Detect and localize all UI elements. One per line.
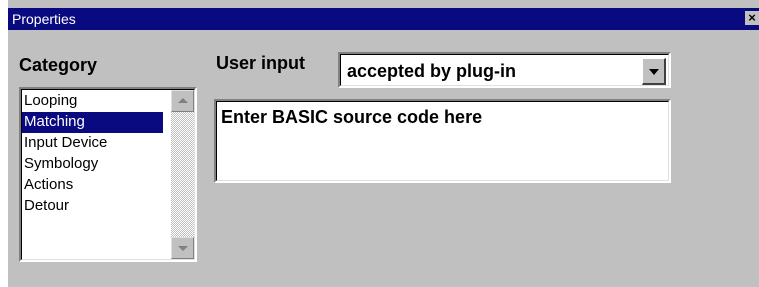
properties-window: Properties × Category Looping Matching I…	[8, 0, 759, 287]
user-input-dropdown[interactable]: accepted by plug-in	[338, 52, 671, 88]
arrow-up-icon	[178, 98, 188, 103]
window-title: Properties	[12, 11, 76, 27]
scroll-up-button[interactable]	[171, 90, 194, 112]
chevron-down-icon	[649, 69, 659, 75]
list-item-input-device[interactable]: Input Device	[22, 133, 163, 154]
dropdown-button[interactable]	[642, 58, 666, 85]
code-placeholder: Enter BASIC source code here	[221, 107, 483, 127]
category-label: Category	[19, 55, 98, 75]
title-bar[interactable]: Properties ×	[8, 8, 759, 30]
list-item-looping[interactable]: Looping	[22, 91, 163, 112]
list-item-symbology[interactable]: Symbology	[22, 154, 163, 175]
scroll-down-button[interactable]	[171, 237, 194, 259]
arrow-down-icon	[178, 246, 188, 251]
close-icon[interactable]: ×	[745, 11, 759, 25]
category-list: Looping Matching Input Device Symbology …	[22, 91, 163, 217]
user-input-label: User input	[216, 53, 306, 73]
list-item-detour[interactable]: Detour	[22, 196, 163, 217]
list-item-matching[interactable]: Matching	[22, 112, 163, 133]
category-scrollbar[interactable]	[171, 90, 194, 259]
user-input-selected-value: accepted by plug-in	[347, 61, 517, 81]
list-item-actions[interactable]: Actions	[22, 175, 163, 196]
category-listbox[interactable]: Looping Matching Input Device Symbology …	[19, 87, 197, 262]
basic-code-editor[interactable]: Enter BASIC source code here	[214, 99, 671, 183]
